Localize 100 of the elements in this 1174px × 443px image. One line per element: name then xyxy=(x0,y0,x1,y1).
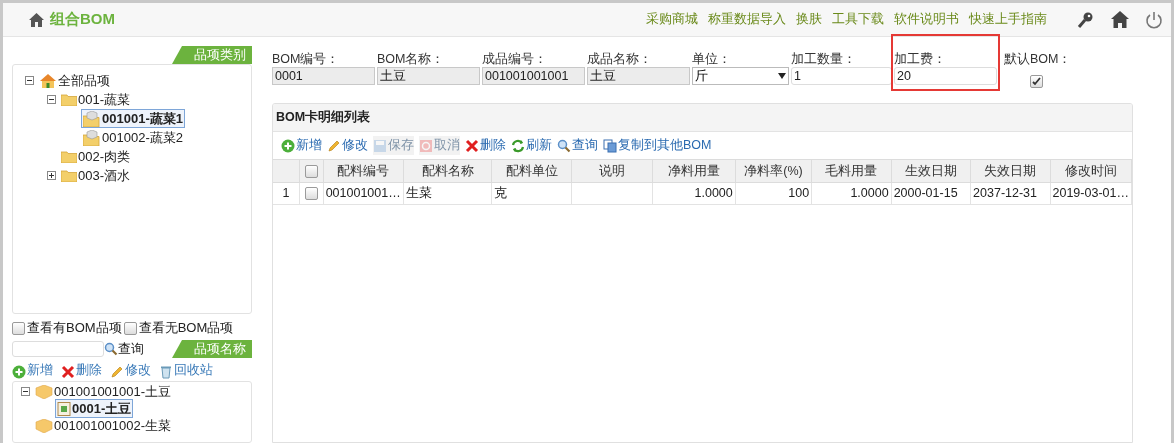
checkbox-label: 查看有BOM品项 xyxy=(27,319,122,338)
toolbar-button[interactable]: 修改 xyxy=(327,136,368,155)
search-button[interactable]: 查询 xyxy=(118,339,144,359)
column-header[interactable]: 说明 xyxy=(571,160,654,182)
unit-select[interactable]: 斤 xyxy=(692,67,789,85)
column-header[interactable]: 净料率(%) xyxy=(735,160,813,182)
toolbar-button[interactable]: 刷新 xyxy=(511,136,552,155)
header-link[interactable]: 快速上手指南 xyxy=(969,10,1047,29)
field-label: 单位： xyxy=(692,51,732,67)
tree-item[interactable]: 002-肉类 xyxy=(59,147,133,166)
table-cell: 1.0000 xyxy=(653,183,736,204)
home-icon[interactable] xyxy=(1111,11,1129,28)
column-header[interactable]: 配料单位 xyxy=(492,160,572,182)
checkbox-label: 查看无BOM品项 xyxy=(138,319,234,338)
expand-icon[interactable] xyxy=(47,171,56,180)
pencil-icon xyxy=(327,138,341,153)
action-button[interactable]: 回收站 xyxy=(159,360,213,380)
table-cell: 001001001… xyxy=(323,183,405,204)
folder-icon xyxy=(61,93,77,106)
caret-icon xyxy=(778,73,786,79)
home-icon xyxy=(29,12,44,27)
toolbar-button[interactable]: 复制到其他BOM xyxy=(603,136,712,155)
cancel-icon xyxy=(419,138,433,153)
collapse-icon[interactable] xyxy=(21,387,30,396)
toolbar-button[interactable]: 新增 xyxy=(281,136,322,155)
folder-cube-icon xyxy=(83,129,101,146)
tree-item[interactable]: 001001001001-土豆 xyxy=(33,382,174,401)
tree-item[interactable]: 001001001002-生菜 xyxy=(33,416,174,435)
tree-item[interactable]: 001001-蔬菜1 xyxy=(81,109,185,128)
delete-icon xyxy=(465,138,479,153)
document-icon xyxy=(57,401,71,416)
search-icon xyxy=(557,138,571,153)
tree-item[interactable]: 001-蔬菜 xyxy=(59,90,133,109)
tree-item[interactable]: 001002-蔬菜2 xyxy=(81,128,185,147)
search-field[interactable] xyxy=(12,341,104,357)
recycle-bin-icon xyxy=(159,365,173,380)
toolbar-button[interactable]: 删除 xyxy=(465,136,506,155)
header-link[interactable]: 软件说明书 xyxy=(894,10,959,29)
action-button[interactable]: 删除 xyxy=(61,360,102,380)
action-button[interactable]: 新增 xyxy=(12,360,53,380)
tree-item[interactable]: 全部品项 xyxy=(37,71,112,90)
header-link[interactable]: 工具下载 xyxy=(832,10,884,29)
folder-icon xyxy=(61,150,77,163)
field-label: 默认BOM： xyxy=(1004,51,1073,67)
folder-cube-icon xyxy=(83,110,101,127)
readonly-field[interactable]: 土豆 xyxy=(377,67,480,85)
header-link[interactable]: 换肤 xyxy=(796,10,822,29)
grid-title: BOM卡明细列表 xyxy=(276,109,371,127)
action-button[interactable]: 修改 xyxy=(110,360,151,380)
refresh-icon xyxy=(511,138,525,153)
folder-icon xyxy=(61,169,77,182)
tree-item[interactable]: 003-酒水 xyxy=(59,166,133,185)
row-checkbox[interactable] xyxy=(304,187,318,200)
plus-icon xyxy=(281,138,295,153)
field-label: 成品名称： xyxy=(587,51,653,67)
checkbox[interactable] xyxy=(12,321,25,335)
cube-icon xyxy=(35,418,53,433)
delete-icon xyxy=(61,365,75,380)
header-link[interactable]: 采购商城 xyxy=(646,10,698,29)
toolbar-button[interactable]: 查询 xyxy=(557,136,598,155)
row-number: 1 xyxy=(273,183,300,204)
house-icon xyxy=(39,72,57,89)
copy-icon xyxy=(603,138,617,153)
column-header[interactable]: 净料用量 xyxy=(653,160,736,182)
pencil-icon xyxy=(110,365,124,380)
collapse-icon[interactable] xyxy=(25,76,34,85)
table-cell: 克 xyxy=(492,183,572,204)
column-header[interactable]: 配料名称 xyxy=(404,160,493,182)
collapse-icon[interactable] xyxy=(47,95,56,104)
column-header[interactable]: 失效日期 xyxy=(971,160,1051,182)
text-field[interactable]: 1 xyxy=(791,67,892,85)
power-icon[interactable] xyxy=(1145,10,1163,29)
readonly-field[interactable]: 土豆 xyxy=(587,67,690,85)
column-header[interactable]: 配料编号 xyxy=(323,160,405,182)
checkbox[interactable] xyxy=(1030,75,1043,88)
field-label: BOM编号： xyxy=(272,51,341,67)
page-title: 组合BOM xyxy=(50,9,115,30)
column-header[interactable]: 修改时间 xyxy=(1050,160,1132,182)
readonly-field[interactable]: 0001 xyxy=(272,67,375,85)
save-icon xyxy=(373,138,387,153)
search-icon xyxy=(104,342,118,356)
table-cell: 2019-03-01… xyxy=(1050,183,1132,204)
text-field[interactable]: 20 xyxy=(894,67,997,85)
table-cell: 1.0000 xyxy=(812,183,892,204)
table-cell: 2037-12-31 xyxy=(971,183,1051,204)
tree-item[interactable]: 0001-土豆 xyxy=(55,399,134,418)
field-label: BOM名称： xyxy=(377,51,446,67)
key-icon[interactable] xyxy=(1077,10,1095,29)
cube-icon xyxy=(35,384,53,399)
table-cell: 生菜 xyxy=(404,183,493,204)
header-link[interactable]: 称重数据导入 xyxy=(708,10,786,29)
readonly-field[interactable]: 001001001001 xyxy=(482,67,585,85)
column-header[interactable]: 生效日期 xyxy=(891,160,972,182)
checkbox[interactable] xyxy=(123,321,137,335)
plus-icon xyxy=(12,365,26,380)
field-label: 成品编号： xyxy=(482,51,548,67)
column-header[interactable]: 毛料用量 xyxy=(812,160,892,182)
table-cell: 2000-01-15 xyxy=(891,183,972,204)
select-all-checkbox[interactable] xyxy=(304,164,318,178)
table-cell: 100 xyxy=(735,183,813,204)
